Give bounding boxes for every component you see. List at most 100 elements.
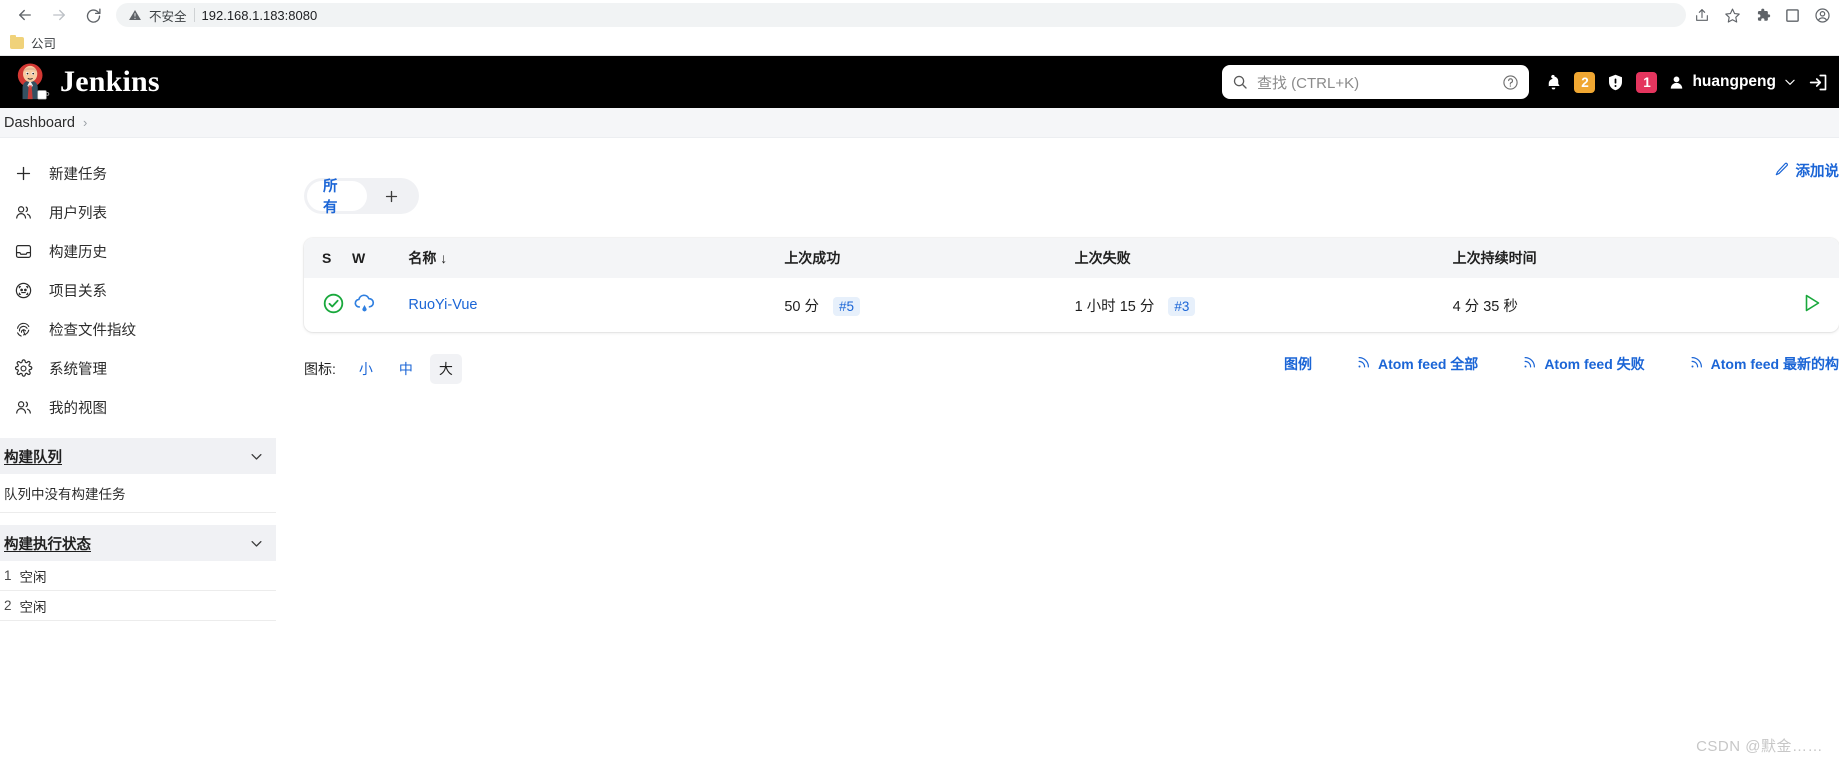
back-icon[interactable]	[8, 2, 42, 28]
pencil-icon	[1774, 161, 1790, 181]
add-view-plus-icon[interactable]	[367, 181, 416, 211]
extensions-puzzle-icon[interactable]	[1755, 7, 1771, 23]
last-failure-build-link[interactable]: #3	[1168, 296, 1196, 316]
icon-size-small[interactable]: 小	[350, 354, 382, 384]
shield-warning-icon[interactable]	[1606, 73, 1625, 92]
executors-header[interactable]: 构建执行状态	[0, 525, 276, 561]
chevron-down-icon[interactable]	[249, 449, 264, 464]
rss-icon	[1689, 355, 1704, 373]
security-label: 不安全	[149, 9, 187, 24]
column-header-last-success[interactable]: 上次成功	[784, 238, 1075, 278]
column-header-last-duration[interactable]: 上次持续时间	[1452, 238, 1766, 278]
sidebar-icon[interactable]	[1785, 8, 1800, 23]
column-header-actions	[1765, 238, 1839, 278]
play-build-icon[interactable]	[1799, 291, 1823, 315]
bell-icon[interactable]	[1544, 73, 1563, 92]
watermark: CSDN @默金……	[1696, 738, 1823, 755]
atom-feed-failures-link[interactable]: Atom feed 失败	[1522, 354, 1645, 374]
column-header-name[interactable]: 名称 ↓	[408, 238, 785, 278]
browser-action-icons	[1694, 7, 1831, 24]
atom-feed-all-label: Atom feed 全部	[1377, 356, 1479, 372]
column-header-last-failure[interactable]: 上次失败	[1074, 238, 1453, 278]
header-actions: 2 1 huangpeng	[1544, 56, 1829, 108]
executor-row: 1 空闲	[0, 561, 276, 591]
sidebar-item-build-history[interactable]: 构建历史	[0, 232, 276, 270]
last-failure-time: 1 小时 15 分	[1074, 298, 1155, 315]
atom-feed-latest-link[interactable]: Atom feed 最新的构	[1689, 354, 1839, 374]
add-description-label: 添加说	[1795, 164, 1839, 180]
breadcrumb: Dashboard ›	[0, 108, 1839, 138]
last-success-build-link[interactable]: #5	[833, 296, 861, 316]
column-header-weather[interactable]: W	[352, 238, 409, 278]
executor-row: 2 空闲	[0, 591, 276, 621]
share-icon[interactable]	[1694, 7, 1710, 23]
chevron-right-icon: ›	[82, 115, 88, 130]
legend-link[interactable]: 图例	[1284, 354, 1312, 374]
page-body: 新建任务 用户列表 构建历史 项目关系 检查文件指纹 系统管理 我的视图 构建队…	[0, 138, 1839, 764]
reload-icon[interactable]	[76, 2, 110, 28]
breadcrumb-item-dashboard[interactable]: Dashboard	[4, 115, 75, 131]
add-description-link[interactable]: 添加说	[1774, 160, 1839, 181]
last-success-time: 50 分	[784, 298, 819, 315]
user-menu[interactable]: huangpeng	[1668, 73, 1797, 91]
fingerprint-icon	[12, 318, 34, 340]
view-tabs: 所有	[304, 178, 419, 216]
question-circle-icon[interactable]	[1502, 74, 1519, 91]
executors-title: 构建执行状态	[4, 536, 91, 553]
atom-feed-all-link[interactable]: Atom feed 全部	[1356, 354, 1478, 374]
plus-icon	[12, 162, 34, 184]
sidebar-item-fingerprint-check[interactable]: 检查文件指纹	[0, 310, 276, 348]
main-content: 添加说 所有 S W 名称 ↓ 上次成功 上次失败 上次持续时间 RuoYi-V…	[276, 138, 1839, 764]
job-link-ruoyi-vue[interactable]: RuoYi-Vue	[408, 297, 477, 313]
sidebar-item-label: 系统管理	[49, 361, 107, 378]
search-input[interactable]: 查找 (CTRL+K)	[1222, 65, 1529, 99]
jenkins-butler-logo	[16, 63, 50, 101]
bookmarks-bar: 公司	[0, 30, 1839, 56]
browser-toolbar: 不安全 192.168.1.183:8080	[0, 0, 1839, 30]
profile-icon[interactable]	[1814, 7, 1831, 24]
jobs-table: S W 名称 ↓ 上次成功 上次失败 上次持续时间 RuoYi-Vue 50 分…	[304, 238, 1839, 332]
sidebar-item-label: 新建任务	[49, 166, 107, 183]
bookmark-label[interactable]: 公司	[31, 33, 56, 52]
table-header-row: S W 名称 ↓ 上次成功 上次失败 上次持续时间	[304, 238, 1839, 278]
sidebar-item-users[interactable]: 用户列表	[0, 193, 276, 231]
omnibox-divider	[193, 8, 195, 22]
sidebar-item-project-relationship[interactable]: 项目关系	[0, 271, 276, 309]
icon-size-large[interactable]: 大	[429, 354, 462, 384]
relations-circle-icon	[12, 279, 34, 301]
security-count-badge[interactable]: 1	[1636, 71, 1658, 93]
status-success-check-icon[interactable]	[322, 292, 345, 315]
cell-weather	[352, 278, 408, 332]
chevron-down-icon[interactable]	[249, 536, 264, 551]
jenkins-title: Jenkins	[60, 65, 160, 98]
footer-links: 图例 Atom feed 全部 Atom feed 失败 Atom feed 最…	[1284, 354, 1839, 374]
table-row: RuoYi-Vue 50 分 #5 1 小时 15 分 #3 4 分 35 秒	[304, 278, 1839, 332]
sidebar-item-label: 检查文件指纹	[49, 322, 136, 339]
user-name: huangpeng	[1692, 73, 1776, 90]
jenkins-header: Jenkins 查找 (CTRL+K) 2 1 huangpeng	[0, 56, 1839, 108]
column-header-status[interactable]: S	[304, 238, 353, 278]
sidebar-item-label: 用户列表	[49, 205, 107, 222]
atom-feed-failures-label: Atom feed 失败	[1544, 356, 1645, 372]
tab-all[interactable]: 所有	[307, 179, 368, 216]
address-bar[interactable]: 不安全 192.168.1.183:8080	[116, 3, 1686, 27]
forward-icon[interactable]	[42, 2, 76, 28]
sidebar-item-label: 构建历史	[49, 244, 107, 261]
logout-icon[interactable]	[1808, 72, 1829, 93]
sidebar-item-my-views[interactable]: 我的视图	[0, 388, 276, 426]
build-queue-header[interactable]: 构建队列	[0, 438, 276, 474]
sidebar-item-manage-jenkins[interactable]: 系统管理	[0, 349, 276, 387]
sidebar-item-new-job[interactable]: 新建任务	[0, 154, 276, 192]
icon-size-medium[interactable]: 中	[390, 354, 422, 384]
rss-icon	[1356, 355, 1371, 373]
cell-last-failure: 1 小时 15 分 #3	[1075, 278, 1453, 332]
jenkins-home-link[interactable]: Jenkins	[16, 63, 160, 101]
weather-cloud-rain-icon[interactable]	[352, 291, 377, 316]
table-footer: 图标: 小 中 大 图例 Atom feed 全部 Atom feed 失败 A…	[304, 354, 1839, 384]
executor-number: 1	[4, 568, 12, 583]
build-queue-empty-text: 队列中没有构建任务	[0, 474, 276, 513]
notification-count-badge[interactable]: 2	[1574, 71, 1596, 93]
sidebar-item-label: 项目关系	[49, 283, 107, 300]
star-icon[interactable]	[1724, 7, 1741, 24]
rss-icon	[1522, 355, 1537, 373]
